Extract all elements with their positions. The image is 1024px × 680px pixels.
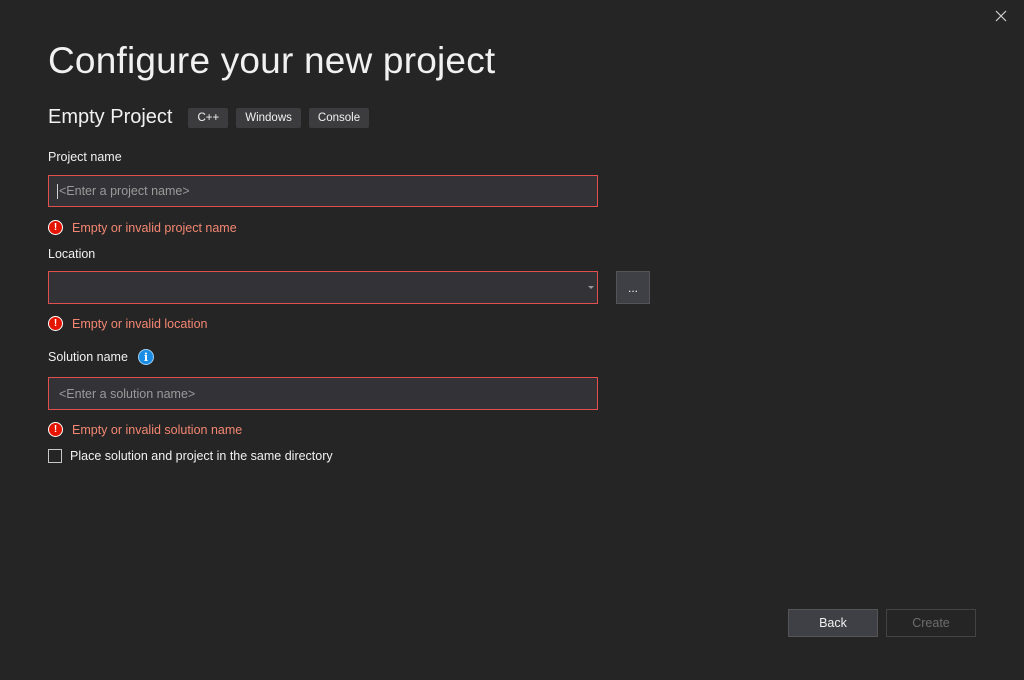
close-icon <box>995 10 1007 22</box>
close-button[interactable] <box>992 7 1010 25</box>
error-icon: ! <box>48 316 63 331</box>
location-input[interactable] <box>49 272 597 303</box>
create-button[interactable]: Create <box>886 609 976 637</box>
error-icon: ! <box>48 220 63 235</box>
location-label: Location <box>48 247 96 261</box>
tag-cpp: C++ <box>188 107 229 128</box>
solution-name-error-text: Empty or invalid solution name <box>72 422 243 437</box>
browse-button[interactable]: ... <box>616 271 650 304</box>
project-name-label: Project name <box>48 150 122 164</box>
info-icon[interactable]: i <box>138 349 154 365</box>
template-name: Empty Project <box>48 106 173 128</box>
back-button[interactable]: Back <box>788 609 878 637</box>
project-name-error: ! Empty or invalid project name <box>48 220 237 235</box>
solution-name-input[interactable] <box>49 378 597 409</box>
location-error: ! Empty or invalid location <box>48 316 207 331</box>
location-error-text: Empty or invalid location <box>72 316 208 331</box>
template-header: Empty Project C++ Windows Console <box>48 106 377 129</box>
project-name-input[interactable] <box>49 176 597 206</box>
solution-name-error: ! Empty or invalid solution name <box>48 422 242 437</box>
solution-name-field[interactable] <box>48 377 598 410</box>
dialog-title: Configure your new project <box>48 40 496 81</box>
tag-console: Console <box>308 107 370 128</box>
project-name-error-text: Empty or invalid project name <box>72 220 237 235</box>
project-name-field[interactable] <box>48 175 598 207</box>
location-combobox[interactable] <box>48 271 598 304</box>
chevron-down-icon[interactable] <box>588 286 594 289</box>
same-directory-checkbox[interactable] <box>48 449 62 463</box>
tag-windows: Windows <box>236 107 301 128</box>
same-directory-option[interactable]: Place solution and project in the same d… <box>48 449 333 463</box>
same-directory-label[interactable]: Place solution and project in the same d… <box>70 449 333 463</box>
solution-name-label: Solution name <box>48 350 128 364</box>
text-caret <box>57 184 58 199</box>
error-icon: ! <box>48 422 63 437</box>
